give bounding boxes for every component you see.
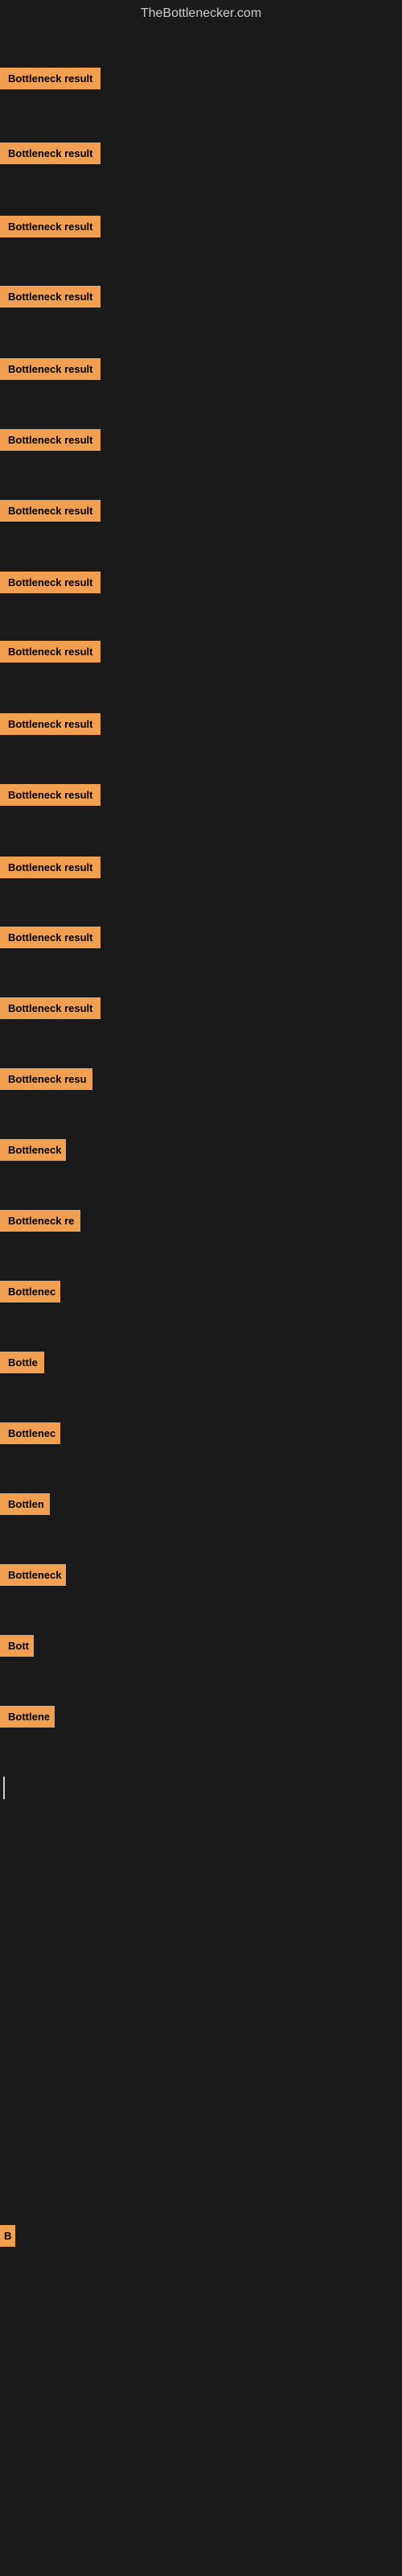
bottleneck-item-11: Bottleneck result [0, 784, 100, 810]
bottleneck-badge-19[interactable]: Bottle [0, 1352, 44, 1373]
bottleneck-badge-4[interactable]: Bottleneck result [0, 286, 100, 308]
bottleneck-badge-12[interactable]: Bottleneck result [0, 857, 100, 878]
bottleneck-item-8: Bottleneck result [0, 572, 100, 597]
bottleneck-item-18: Bottlenec [0, 1281, 60, 1307]
bottleneck-item-17: Bottleneck re [0, 1210, 80, 1236]
bottleneck-badge-7[interactable]: Bottleneck result [0, 500, 100, 522]
bottleneck-badge-20[interactable]: Bottlenec [0, 1422, 60, 1444]
bottleneck-badge-2[interactable]: Bottleneck result [0, 142, 100, 164]
bottleneck-item-12: Bottleneck result [0, 857, 100, 882]
bottleneck-item-20: Bottlenec [0, 1422, 60, 1448]
bottleneck-badge-1[interactable]: Bottleneck result [0, 68, 100, 89]
site-title: TheBottlenecker.com [0, 0, 402, 27]
bottleneck-item-single: B [0, 2225, 15, 2251]
bottleneck-badge-15[interactable]: Bottleneck resu [0, 1068, 92, 1090]
bottleneck-item-13: Bottleneck result [0, 927, 100, 952]
bottleneck-item-3: Bottleneck result [0, 216, 100, 242]
bottleneck-badge-5[interactable]: Bottleneck result [0, 358, 100, 380]
bottleneck-item-7: Bottleneck result [0, 500, 100, 526]
bottleneck-item-19: Bottle [0, 1352, 44, 1377]
bottleneck-badge-23[interactable]: Bott [0, 1635, 34, 1657]
bottleneck-item-1: Bottleneck result [0, 68, 100, 93]
bottleneck-badge-22[interactable]: Bottleneck [0, 1564, 66, 1586]
bottleneck-badge-17[interactable]: Bottleneck re [0, 1210, 80, 1232]
bottleneck-item-14: Bottleneck result [0, 997, 100, 1023]
bottleneck-badge-6[interactable]: Bottleneck result [0, 429, 100, 451]
text-cursor [3, 1777, 5, 1799]
bottleneck-badge-10[interactable]: Bottleneck result [0, 713, 100, 735]
bottleneck-item-4: Bottleneck result [0, 286, 100, 312]
bottleneck-item-6: Bottleneck result [0, 429, 100, 455]
bottleneck-item-16: Bottleneck [0, 1139, 66, 1165]
bottleneck-badge-9[interactable]: Bottleneck result [0, 641, 100, 663]
bottleneck-badge-13[interactable]: Bottleneck result [0, 927, 100, 948]
bottleneck-badge-18[interactable]: Bottlenec [0, 1281, 60, 1302]
empty-section-1 [0, 1823, 402, 1984]
bottleneck-badge-16[interactable]: Bottleneck [0, 1139, 66, 1161]
site-title-text: TheBottlenecker.com [141, 6, 261, 20]
bottleneck-badge-single[interactable]: B [0, 2225, 15, 2247]
bottleneck-item-21: Bottlen [0, 1493, 50, 1519]
page-container: TheBottlenecker.com Bottleneck result Bo… [0, 0, 402, 2563]
bottleneck-badge-11[interactable]: Bottleneck result [0, 784, 100, 806]
bottleneck-item-2: Bottleneck result [0, 142, 100, 168]
bottleneck-badge-24[interactable]: Bottlene [0, 1706, 55, 1728]
bottleneck-item-23: Bott [0, 1635, 34, 1661]
bottleneck-item-9: Bottleneck result [0, 641, 100, 667]
bottleneck-item-22: Bottleneck [0, 1564, 66, 1590]
bottleneck-badge-21[interactable]: Bottlen [0, 1493, 50, 1515]
empty-section-2 [0, 2281, 402, 2563]
bottleneck-badge-3[interactable]: Bottleneck result [0, 216, 100, 237]
bottleneck-item-10: Bottleneck result [0, 713, 100, 739]
bottleneck-item-15: Bottleneck resu [0, 1068, 92, 1094]
bottleneck-item-5: Bottleneck result [0, 358, 100, 384]
bottleneck-item-24: Bottlene [0, 1706, 55, 1732]
bottleneck-badge-8[interactable]: Bottleneck result [0, 572, 100, 593]
bottleneck-badge-14[interactable]: Bottleneck result [0, 997, 100, 1019]
